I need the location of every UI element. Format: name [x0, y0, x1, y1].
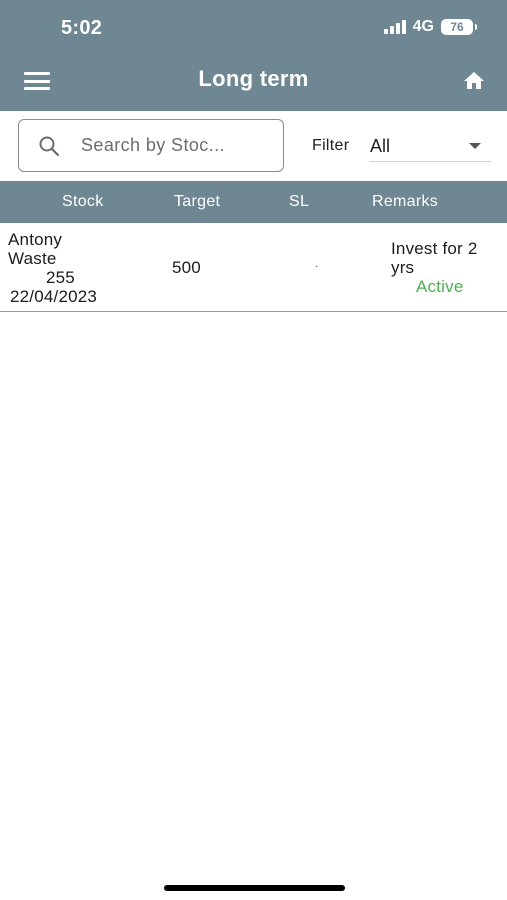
network-type: 4G — [412, 18, 434, 35]
home-icon[interactable] — [461, 69, 487, 93]
filter-label: Filter — [312, 137, 350, 154]
filter-dropdown[interactable]: All — [369, 130, 491, 162]
stock-name: Antony Waste — [8, 230, 63, 268]
page-title: Long term — [198, 66, 309, 91]
chevron-down-icon — [469, 143, 481, 149]
sl-value: . — [315, 256, 319, 270]
app-screen: 5:02 4G 76 Long term Search by Stoc... F… — [0, 0, 507, 900]
home-indicator[interactable] — [164, 885, 345, 891]
signal-icon — [383, 20, 406, 34]
filter-selected-value: All — [370, 136, 391, 156]
column-header-sl: SL — [289, 193, 310, 210]
status-time: 5:02 — [61, 17, 103, 39]
stock-date: 22/04/2023 — [10, 287, 98, 306]
table-row[interactable]: Antony Waste 255 22/04/2023 500 . Invest… — [0, 223, 507, 312]
status-indicators: 4G 76 — [383, 18, 477, 36]
stock-price: 255 — [46, 268, 75, 287]
target-value: 500 — [172, 258, 201, 277]
search-icon — [39, 136, 60, 157]
column-header-stock: Stock — [62, 193, 104, 210]
app-header: 5:02 4G 76 Long term — [0, 0, 507, 111]
search-placeholder: Search by Stoc... — [81, 135, 225, 155]
column-header-target: Target — [174, 193, 221, 210]
search-input[interactable]: Search by Stoc... — [18, 119, 284, 172]
battery-level: 76 — [450, 20, 464, 34]
status-badge: Active — [416, 277, 464, 296]
column-header-remarks: Remarks — [372, 193, 439, 210]
table-header: Stock Target SL Remarks — [0, 181, 507, 223]
battery-icon: 76 — [441, 19, 477, 35]
remarks-text: Invest for 2 yrs — [391, 239, 478, 277]
